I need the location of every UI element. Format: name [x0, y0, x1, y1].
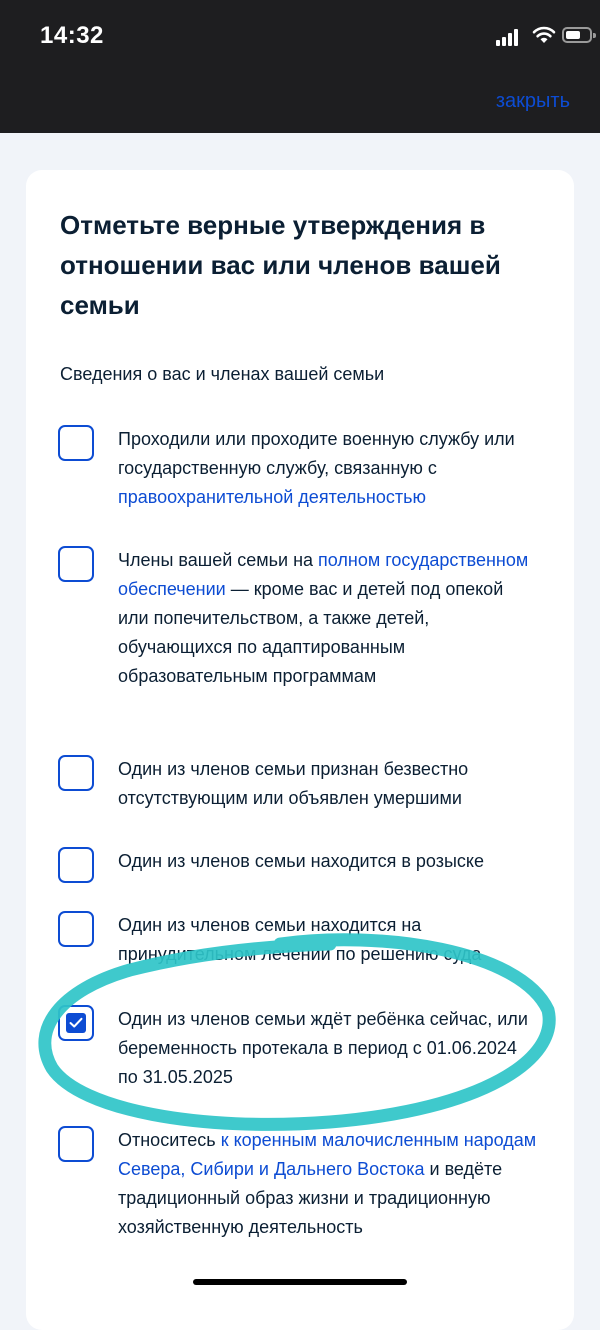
checkbox[interactable] [58, 755, 94, 791]
battery-icon [562, 27, 596, 43]
checkbox[interactable] [58, 911, 94, 947]
checkbox[interactable] [58, 1126, 94, 1162]
page-title: Отметьте верные утверждения в отношении … [60, 210, 501, 320]
checkmark-icon [69, 1017, 83, 1028]
status-time: 14:32 [40, 22, 104, 49]
top-bar: 14:32 закрыть [0, 0, 600, 133]
checkbox-checked[interactable] [58, 1005, 94, 1041]
checkbox[interactable] [58, 546, 94, 582]
checkbox[interactable] [58, 847, 94, 883]
close-link[interactable]: закрыть [496, 90, 570, 113]
checkbox-label: Один из членов семьи находится на принуд… [118, 915, 482, 964]
checkbox-label: Один из членов семьи находится в розыске [118, 851, 485, 871]
checkbox-label: Один из членов семьи признан безвестно о… [118, 759, 469, 808]
wifi-icon [532, 26, 556, 43]
checkbox[interactable] [58, 425, 94, 461]
checkbox-label: Относитесь к коренным малочисленным наро… [118, 1130, 537, 1237]
home-indicator [193, 1279, 407, 1285]
cellular-signal-icon [496, 28, 522, 46]
checkbox-label: Члены вашей семьи на полном государствен… [118, 550, 529, 686]
section-subtitle: Сведения о вас и членах вашей семьи [60, 364, 385, 384]
checkbox-label: Один из членов семьи ждёт ребёнка сейчас… [118, 1009, 528, 1087]
law-enforcement-link[interactable]: правоохранительной деятельностью [118, 487, 426, 507]
checkbox-label: Проходили или проходите военную службу и… [118, 429, 515, 507]
